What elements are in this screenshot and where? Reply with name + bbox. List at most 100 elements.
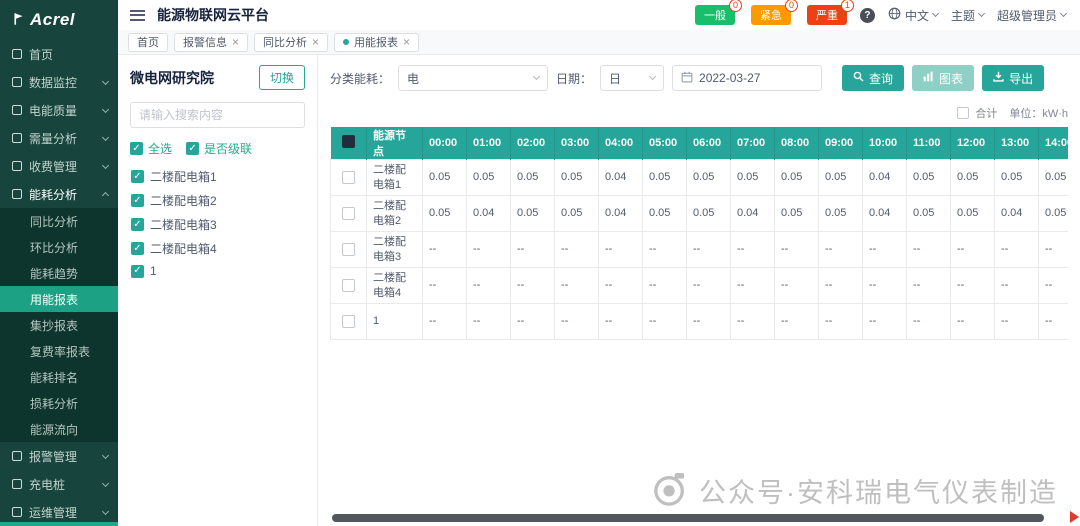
sidebar-item-2[interactable]: 电能质量 bbox=[0, 96, 118, 124]
table-row-0[interactable]: 二楼配电箱1 0.05 0.05 0.05 0.05 0.04 0.05 0.05 0.05 0.… bbox=[330, 159, 1068, 196]
tab-2[interactable]: 同比分析 × bbox=[254, 32, 329, 52]
value-cell: -- bbox=[950, 267, 995, 304]
table-row-1[interactable]: 二楼配电箱2 0.05 0.04 0.05 0.05 0.04 0.05 0.05 0.04 0.… bbox=[330, 195, 1068, 232]
sidebar-item-4[interactable]: 收费管理 bbox=[0, 152, 118, 180]
tree-search-input[interactable] bbox=[130, 102, 305, 128]
value-cell: 0.05 bbox=[1038, 195, 1068, 232]
cascade-checkbox[interactable]: ✓ bbox=[186, 142, 200, 155]
horizontal-scrollbar[interactable] bbox=[332, 514, 1044, 522]
sidebar-subitem-8[interactable]: 能源流向 bbox=[0, 416, 118, 442]
theme-selector[interactable]: 主题 bbox=[951, 7, 986, 24]
sidebar-subitem-0[interactable]: 同比分析 bbox=[0, 208, 118, 234]
sidebar-item-3[interactable]: 需量分析 bbox=[0, 124, 118, 152]
sidebar-subitem-1[interactable]: 环比分析 bbox=[0, 234, 118, 260]
sidebar-item-1[interactable]: 数据监控 bbox=[0, 68, 118, 96]
value-cell: 0.04 bbox=[598, 159, 643, 196]
logo[interactable]: Acrel bbox=[0, 0, 118, 40]
table-row-4[interactable]: 1 -- -- -- -- -- -- -- -- -- -- -- -- -- -- -- bbox=[330, 303, 1068, 340]
chevron-up-icon bbox=[101, 191, 110, 200]
granularity-select[interactable]: 日 bbox=[600, 65, 665, 91]
value-cell: 0.05 bbox=[1038, 159, 1068, 196]
category-select[interactable]: 电 bbox=[398, 65, 549, 91]
top-header: 能源物联网云平台 一般 0 紧急 0 严重 1 ? 中文 主题 超级管理员 bbox=[118, 0, 1080, 30]
tree-node-3[interactable]: ✓ 二楼配电箱4 bbox=[131, 240, 305, 257]
row-checkbox[interactable] bbox=[342, 206, 355, 220]
download-icon bbox=[993, 71, 1004, 85]
tree-node-checkbox[interactable]: ✓ bbox=[131, 170, 144, 183]
subitem-label: 能耗趋势 bbox=[30, 266, 79, 281]
sidebar-subitem-2[interactable]: 能耗趋势 bbox=[0, 260, 118, 286]
select-all-rows-checkbox[interactable] bbox=[341, 135, 355, 148]
menu-collapse-icon[interactable] bbox=[130, 9, 145, 21]
value-cell: -- bbox=[466, 231, 511, 268]
sidebar-subitem-4[interactable]: 集抄报表 bbox=[0, 312, 118, 338]
subitem-label: 同比分析 bbox=[30, 214, 79, 229]
node-list: ✓ 二楼配电箱1 ✓ 二楼配电箱2 ✓ 二楼配电箱3 ✓ 二楼配电箱4 ✓ 1 bbox=[130, 168, 305, 278]
tree-node-checkbox[interactable]: ✓ bbox=[131, 218, 144, 231]
row-checkbox[interactable] bbox=[342, 242, 355, 256]
alarm-badge-2[interactable]: 严重 1 bbox=[806, 0, 854, 25]
row-checkbox[interactable] bbox=[342, 278, 355, 292]
date-picker[interactable]: 2022-03-27 bbox=[672, 65, 823, 91]
user-menu[interactable]: 超级管理员 bbox=[997, 7, 1068, 24]
select-all-option[interactable]: ✓ 全选 bbox=[130, 140, 172, 157]
sidebar-item-6[interactable]: 报警管理 bbox=[0, 442, 118, 470]
value-cell: 0.04 bbox=[994, 195, 1039, 232]
value-cell: -- bbox=[774, 267, 819, 304]
sidebar-item-7[interactable]: 充电桩 bbox=[0, 470, 118, 498]
value-cell: -- bbox=[642, 231, 687, 268]
language-selector[interactable]: 中文 bbox=[888, 7, 940, 24]
row-checkbox-cell bbox=[330, 231, 367, 268]
row-checkbox[interactable] bbox=[342, 314, 355, 328]
help-icon[interactable]: ? bbox=[859, 7, 875, 23]
tab-3[interactable]: 用能报表 × bbox=[334, 32, 420, 52]
logo-flag-icon bbox=[12, 12, 25, 29]
tree-node-checkbox[interactable]: ✓ bbox=[131, 264, 144, 278]
sidebar-item-label: 首页 bbox=[29, 47, 54, 62]
value-cell: -- bbox=[862, 267, 907, 304]
sidebar-item-0[interactable]: 首页 bbox=[0, 40, 118, 68]
sidebar-subitem-7[interactable]: 损耗分析 bbox=[0, 390, 118, 416]
value-cell: -- bbox=[598, 303, 643, 340]
query-button[interactable]: 查询 bbox=[842, 65, 905, 91]
sidebar-subitem-5[interactable]: 复费率报表 bbox=[0, 338, 118, 364]
close-icon[interactable]: × bbox=[312, 36, 319, 48]
logo-text: Acrel bbox=[30, 10, 76, 29]
close-icon[interactable]: × bbox=[403, 36, 410, 48]
tree-node-0[interactable]: ✓ 二楼配电箱1 bbox=[131, 168, 305, 185]
sidebar-subitem-3[interactable]: 用能报表 bbox=[0, 286, 118, 312]
tree-node-1[interactable]: ✓ 二楼配电箱2 bbox=[131, 192, 305, 209]
node-cell: 二楼配电箱1 bbox=[366, 159, 423, 196]
value-cell: -- bbox=[906, 231, 951, 268]
scroll-right-arrow[interactable] bbox=[1070, 511, 1079, 523]
select-all-label: 全选 bbox=[148, 142, 173, 156]
table-row-2[interactable]: 二楼配电箱3 -- -- -- -- -- -- -- -- -- -- -- -- -- -- -- bbox=[330, 231, 1068, 268]
sidebar-item-5[interactable]: 能耗分析 bbox=[0, 180, 118, 208]
export-button[interactable]: 导出 bbox=[982, 65, 1045, 91]
tree-node-4[interactable]: ✓ 1 bbox=[131, 264, 305, 278]
tab-bar: 首页 报警信息 × 同比分析 × 用能报表 × bbox=[118, 30, 1080, 55]
tab-0[interactable]: 首页 bbox=[128, 32, 168, 52]
badge-count: 0 bbox=[728, 0, 742, 12]
row-checkbox[interactable] bbox=[342, 170, 355, 184]
tab-1[interactable]: 报警信息 × bbox=[174, 32, 249, 52]
tree-node-checkbox[interactable]: ✓ bbox=[131, 194, 144, 207]
tree-node-2[interactable]: ✓ 二楼配电箱3 bbox=[131, 216, 305, 233]
chart-button[interactable]: 图表 bbox=[912, 65, 975, 91]
select-all-checkbox[interactable]: ✓ bbox=[130, 142, 143, 155]
cascade-option[interactable]: ✓ 是否级联 bbox=[186, 140, 252, 157]
hour-column-header: 09:00 bbox=[818, 127, 863, 160]
sidebar-subitem-6[interactable]: 能耗排名 bbox=[0, 364, 118, 390]
table-row-3[interactable]: 二楼配电箱4 -- -- -- -- -- -- -- -- -- -- -- -- -- -- -- bbox=[330, 267, 1068, 304]
alarm-badge-0[interactable]: 一般 0 bbox=[694, 0, 742, 25]
total-checkbox[interactable] bbox=[957, 107, 970, 119]
switch-org-button[interactable]: 切换 bbox=[258, 65, 305, 90]
tree-node-checkbox[interactable]: ✓ bbox=[131, 242, 144, 255]
sidebar-item-label: 充电桩 bbox=[29, 477, 66, 492]
value-cell: -- bbox=[598, 231, 643, 268]
alarm-badge-1[interactable]: 紧急 0 bbox=[750, 0, 798, 25]
globe-icon bbox=[888, 7, 901, 23]
close-icon[interactable]: × bbox=[232, 36, 239, 48]
hour-column-header: 05:00 bbox=[642, 127, 687, 160]
sidebar-item-label: 数据监控 bbox=[29, 75, 78, 90]
